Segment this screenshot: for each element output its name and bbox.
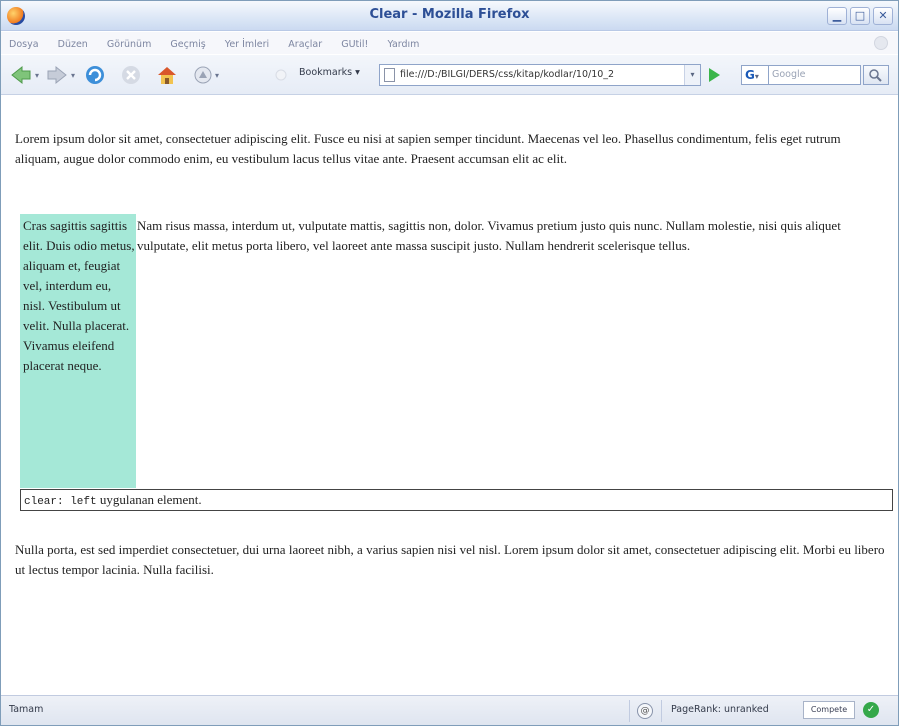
paragraph-beside-float: Nam risus massa, interdum ut, vulputate … xyxy=(137,218,841,253)
at-sign-icon[interactable]: @ xyxy=(637,703,653,719)
window-title: Clear - Mozilla Firefox xyxy=(369,7,530,22)
menu-help[interactable]: Yardım xyxy=(387,34,419,56)
cleared-element: clear: left uygulanan element. xyxy=(20,489,893,511)
feed-icon[interactable] xyxy=(191,63,215,87)
search-engine-selector[interactable]: G▾ xyxy=(741,65,769,85)
page-content: Lorem ipsum dolor sit amet, consectetuer… xyxy=(1,96,898,694)
stop-icon[interactable] xyxy=(119,63,143,87)
back-icon[interactable] xyxy=(9,63,33,87)
feed-dropdown-icon[interactable]: ▾ xyxy=(215,71,219,80)
home-icon[interactable] xyxy=(155,63,179,87)
minimize-button[interactable]: ▁ xyxy=(827,7,847,25)
paragraph-after-clear: Nulla porta, est sed imperdiet consectet… xyxy=(15,542,885,577)
maximize-button[interactable]: □ xyxy=(850,7,870,25)
status-text: Tamam xyxy=(9,704,44,715)
url-bar[interactable]: file:///D:/BILGI/DERS/css/kitap/kodlar/1… xyxy=(379,64,701,86)
sun-icon xyxy=(275,69,287,81)
throbber-icon xyxy=(874,36,888,50)
menu-bookmarks[interactable]: Yer İmleri xyxy=(225,34,269,56)
bookmarks-label: Bookmarks xyxy=(299,67,353,78)
menu-tools[interactable]: Araçlar xyxy=(288,34,322,56)
url-dropdown-icon[interactable]: ▾ xyxy=(684,65,700,85)
navigation-toolbar: ▾ ▾ ▾ Bookmarks ▾ file:///D:/BILGI/DERS/… xyxy=(1,55,898,95)
menu-bar: Dosya Düzen Görünüm Geçmiş Yer İmleri Ar… xyxy=(1,32,898,54)
google-icon: G xyxy=(745,68,755,82)
paragraph-intro: Lorem ipsum dolor sit amet, consectetuer… xyxy=(15,131,841,166)
bookmarks-button[interactable]: Bookmarks ▾ xyxy=(299,67,360,78)
reload-icon[interactable] xyxy=(83,63,107,87)
forward-dropdown-icon[interactable]: ▾ xyxy=(71,71,75,80)
search-input[interactable]: Google xyxy=(769,65,861,85)
back-dropdown-icon[interactable]: ▾ xyxy=(35,71,39,80)
menu-history[interactable]: Geçmiş xyxy=(170,34,205,56)
browser-window: Clear - Mozilla Firefox ▁ □ ✕ Dosya Düze… xyxy=(0,0,899,726)
page-icon xyxy=(384,68,395,82)
clear-code: clear: left xyxy=(24,496,97,508)
search-icon xyxy=(869,69,882,82)
check-icon[interactable]: ✓ xyxy=(863,702,879,718)
floated-box: Cras sagittis sagittis elit. Duis odio m… xyxy=(20,214,136,488)
menu-view[interactable]: Görünüm xyxy=(107,34,151,56)
menu-file[interactable]: Dosya xyxy=(9,34,39,56)
forward-icon[interactable] xyxy=(45,63,69,87)
menu-gutil[interactable]: GUtil! xyxy=(341,34,368,56)
url-text[interactable]: file:///D:/BILGI/DERS/css/kitap/kodlar/1… xyxy=(400,69,662,83)
status-divider xyxy=(629,700,630,722)
search-button[interactable] xyxy=(863,65,889,85)
status-divider xyxy=(661,700,662,722)
compete-button[interactable]: Compete xyxy=(803,701,855,719)
clear-caption: uygulanan element. xyxy=(96,492,202,507)
menu-edit[interactable]: Düzen xyxy=(58,34,88,56)
close-button[interactable]: ✕ xyxy=(873,7,893,25)
title-bar: Clear - Mozilla Firefox ▁ □ ✕ xyxy=(1,1,898,31)
pagerank-indicator[interactable]: PageRank: unranked xyxy=(671,704,769,715)
status-bar: Tamam @ PageRank: unranked Compete ✓ xyxy=(1,695,898,725)
go-icon[interactable] xyxy=(709,68,720,82)
